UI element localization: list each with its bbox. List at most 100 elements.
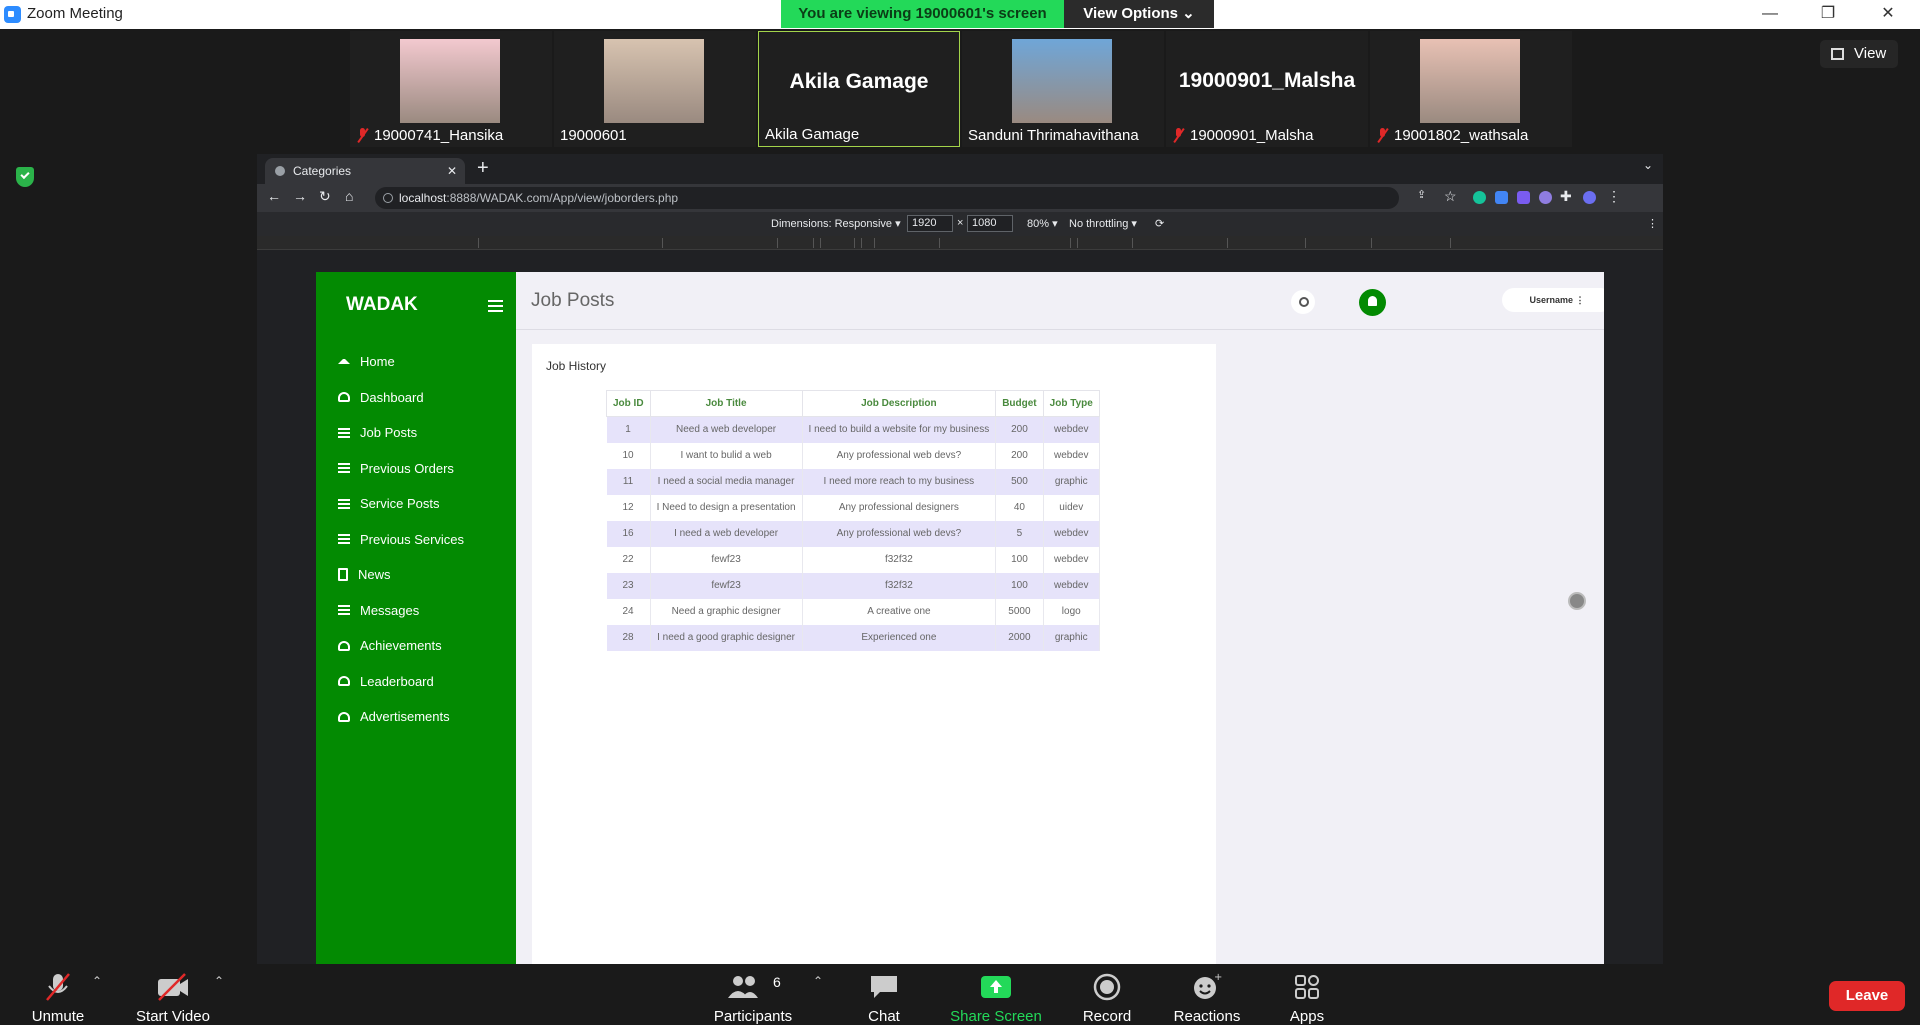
table-cell: I need a social media manager — [650, 468, 803, 495]
participant-video — [400, 39, 500, 123]
chat-button[interactable]: Chat — [834, 964, 934, 1025]
home-icon[interactable]: ⌂ — [345, 188, 353, 204]
dimension-times: × — [957, 217, 964, 229]
sidebar-item-label: Previous Services — [360, 531, 465, 547]
video-off-icon — [158, 973, 188, 1001]
table-cell: A creative one — [802, 598, 997, 625]
extension-icon[interactable] — [1495, 191, 1508, 204]
participant-tile[interactable]: 19000741_Hansika — [350, 31, 552, 147]
table-cell: 23 — [606, 572, 651, 599]
bookmark-star-icon[interactable]: ☆ — [1444, 188, 1457, 205]
new-tab-icon[interactable]: + — [477, 157, 489, 180]
reload-icon[interactable]: ↻ — [319, 188, 331, 205]
muted-mic-icon — [1172, 128, 1185, 143]
participant-tile[interactable]: Sanduni Thrimahavithana — [962, 31, 1164, 147]
hamburger-menu-icon[interactable] — [488, 300, 503, 312]
table-cell: webdev — [1043, 416, 1100, 443]
record-button[interactable]: Record — [1057, 964, 1157, 1025]
table-cell: webdev — [1043, 572, 1100, 599]
share-screen-button[interactable]: Share Screen — [946, 964, 1046, 1025]
site-info-icon[interactable] — [383, 193, 393, 203]
rotate-icon[interactable]: ⟳ — [1155, 217, 1164, 230]
participant-video — [604, 39, 704, 123]
viewport-width-input[interactable]: 1920 — [907, 215, 953, 232]
tab-title: Categories — [293, 164, 352, 178]
restore-icon[interactable]: ❐ — [1808, 2, 1848, 26]
back-icon[interactable]: ← — [267, 188, 281, 204]
participant-tile[interactable]: 19000601 — [554, 31, 756, 147]
card-title: Job History — [546, 359, 607, 373]
sidebar-item-service-posts[interactable]: Service Posts — [338, 486, 464, 522]
participant-tile[interactable]: 19001802_wathsala — [1370, 31, 1572, 147]
participant-big-name: Akila Gamage — [789, 70, 929, 93]
start-video-button[interactable]: Start Video — [123, 964, 223, 1025]
participants-caret-icon[interactable]: ⌃ — [813, 974, 823, 988]
table-row: 24 Need a graphic designer A creative one 5… — [606, 598, 1100, 625]
dimensions-dropdown[interactable]: Dimensions: Responsive ▾ — [771, 217, 901, 230]
notification-bell-icon[interactable] — [1359, 289, 1386, 316]
view-options-button[interactable]: View Options ⌄ — [1064, 0, 1214, 28]
extension-icon[interactable] — [1517, 191, 1530, 204]
table-cell: 22 — [606, 546, 651, 573]
table-cell: 5 — [995, 520, 1044, 547]
sidebar-item-advertisements[interactable]: Advertisements — [338, 699, 464, 735]
devtools-more-icon[interactable]: ⋮ — [1647, 217, 1658, 230]
sidebar-item-dashboard[interactable]: Dashboard — [338, 380, 464, 416]
leave-meeting-button[interactable]: Leave — [1829, 981, 1905, 1011]
extensions-puzzle-icon[interactable]: ✚ — [1560, 188, 1572, 205]
grammarly-extension-icon[interactable] — [1473, 191, 1486, 204]
grid-icon — [1831, 48, 1844, 60]
sidebar-item-leaderboard[interactable]: Leaderboard — [338, 664, 464, 700]
participant-tile[interactable]: Akila Gamage Akila Gamage — [758, 31, 960, 147]
extension-icon[interactable] — [1539, 191, 1552, 204]
close-icon[interactable]: ✕ — [1868, 2, 1908, 26]
sidebar-item-job-posts[interactable]: Job Posts — [338, 415, 464, 451]
reactions-button[interactable]: + Reactions — [1157, 964, 1257, 1025]
zoom-dropdown[interactable]: 80% ▾ — [1027, 217, 1058, 230]
minimize-icon[interactable]: — — [1750, 2, 1790, 26]
sidebar-item-previous-orders[interactable]: Previous Orders — [338, 451, 464, 487]
table-cell: 1 — [606, 416, 651, 443]
muted-mic-icon — [356, 128, 369, 143]
participant-tile[interactable]: 19000901_Malsha 19000901_Malsha — [1166, 31, 1368, 147]
muted-mic-icon — [1376, 128, 1389, 143]
profile-avatar-icon[interactable] — [1583, 191, 1596, 204]
tab-search-icon[interactable]: ⌄ — [1643, 158, 1653, 172]
video-options-caret-icon[interactable]: ⌃ — [214, 974, 224, 988]
throttling-dropdown[interactable]: No throttling ▾ — [1069, 217, 1137, 230]
table-cell: 28 — [606, 624, 651, 651]
table-cell: 16 — [606, 520, 651, 547]
search-icon[interactable] — [1291, 290, 1315, 314]
viewport-height-input[interactable]: 1080 — [967, 215, 1013, 232]
view-layout-button[interactable]: View — [1820, 40, 1898, 68]
shared-screen-browser: Categories ✕ + ⌄ ← → ↻ ⌂ localhost:8888/… — [257, 154, 1663, 964]
sidebar-item-previous-services[interactable]: Previous Services — [338, 522, 464, 558]
table-cell: I need more reach to my business — [802, 468, 997, 495]
table-row: 11 I need a social media manager I need mo… — [606, 468, 1100, 495]
forward-icon[interactable]: → — [293, 188, 307, 204]
sidebar-item-home[interactable]: Home — [338, 344, 464, 380]
apps-button[interactable]: Apps — [1257, 964, 1357, 1025]
share-icon[interactable]: ⇪ — [1417, 188, 1426, 201]
security-shield-icon[interactable] — [16, 167, 34, 187]
sidebar-item-messages[interactable]: Messages — [338, 593, 464, 629]
browser-tab[interactable]: Categories ✕ — [265, 158, 465, 184]
url-field[interactable]: localhost:8888/WADAK.com/App/view/jobord… — [375, 187, 1399, 209]
sidebar-item-label: Advertisements — [360, 709, 450, 725]
brand-logo[interactable]: WADAK — [346, 294, 418, 316]
audio-options-caret-icon[interactable]: ⌃ — [92, 974, 102, 988]
table-cell: webdev — [1043, 546, 1100, 573]
sidebar-item-achievements[interactable]: Achievements — [338, 628, 464, 664]
home-icon — [338, 359, 350, 365]
favicon-icon — [275, 166, 285, 176]
participant-name: Akila Gamage — [765, 126, 860, 143]
username-dropdown[interactable]: Username ⋮ — [1502, 288, 1604, 312]
sidebar-item-label: Dashboard — [360, 389, 424, 405]
sidebar-item-news[interactable]: News — [338, 557, 464, 593]
table-cell: webdev — [1043, 442, 1100, 469]
participant-name: 19001802_wathsala — [1376, 127, 1528, 144]
browser-menu-icon[interactable]: ⋮ — [1607, 188, 1621, 205]
gauge-icon — [338, 711, 350, 722]
tab-close-icon[interactable]: ✕ — [447, 158, 457, 184]
participants-button[interactable]: 6 Participants — [703, 964, 803, 1025]
